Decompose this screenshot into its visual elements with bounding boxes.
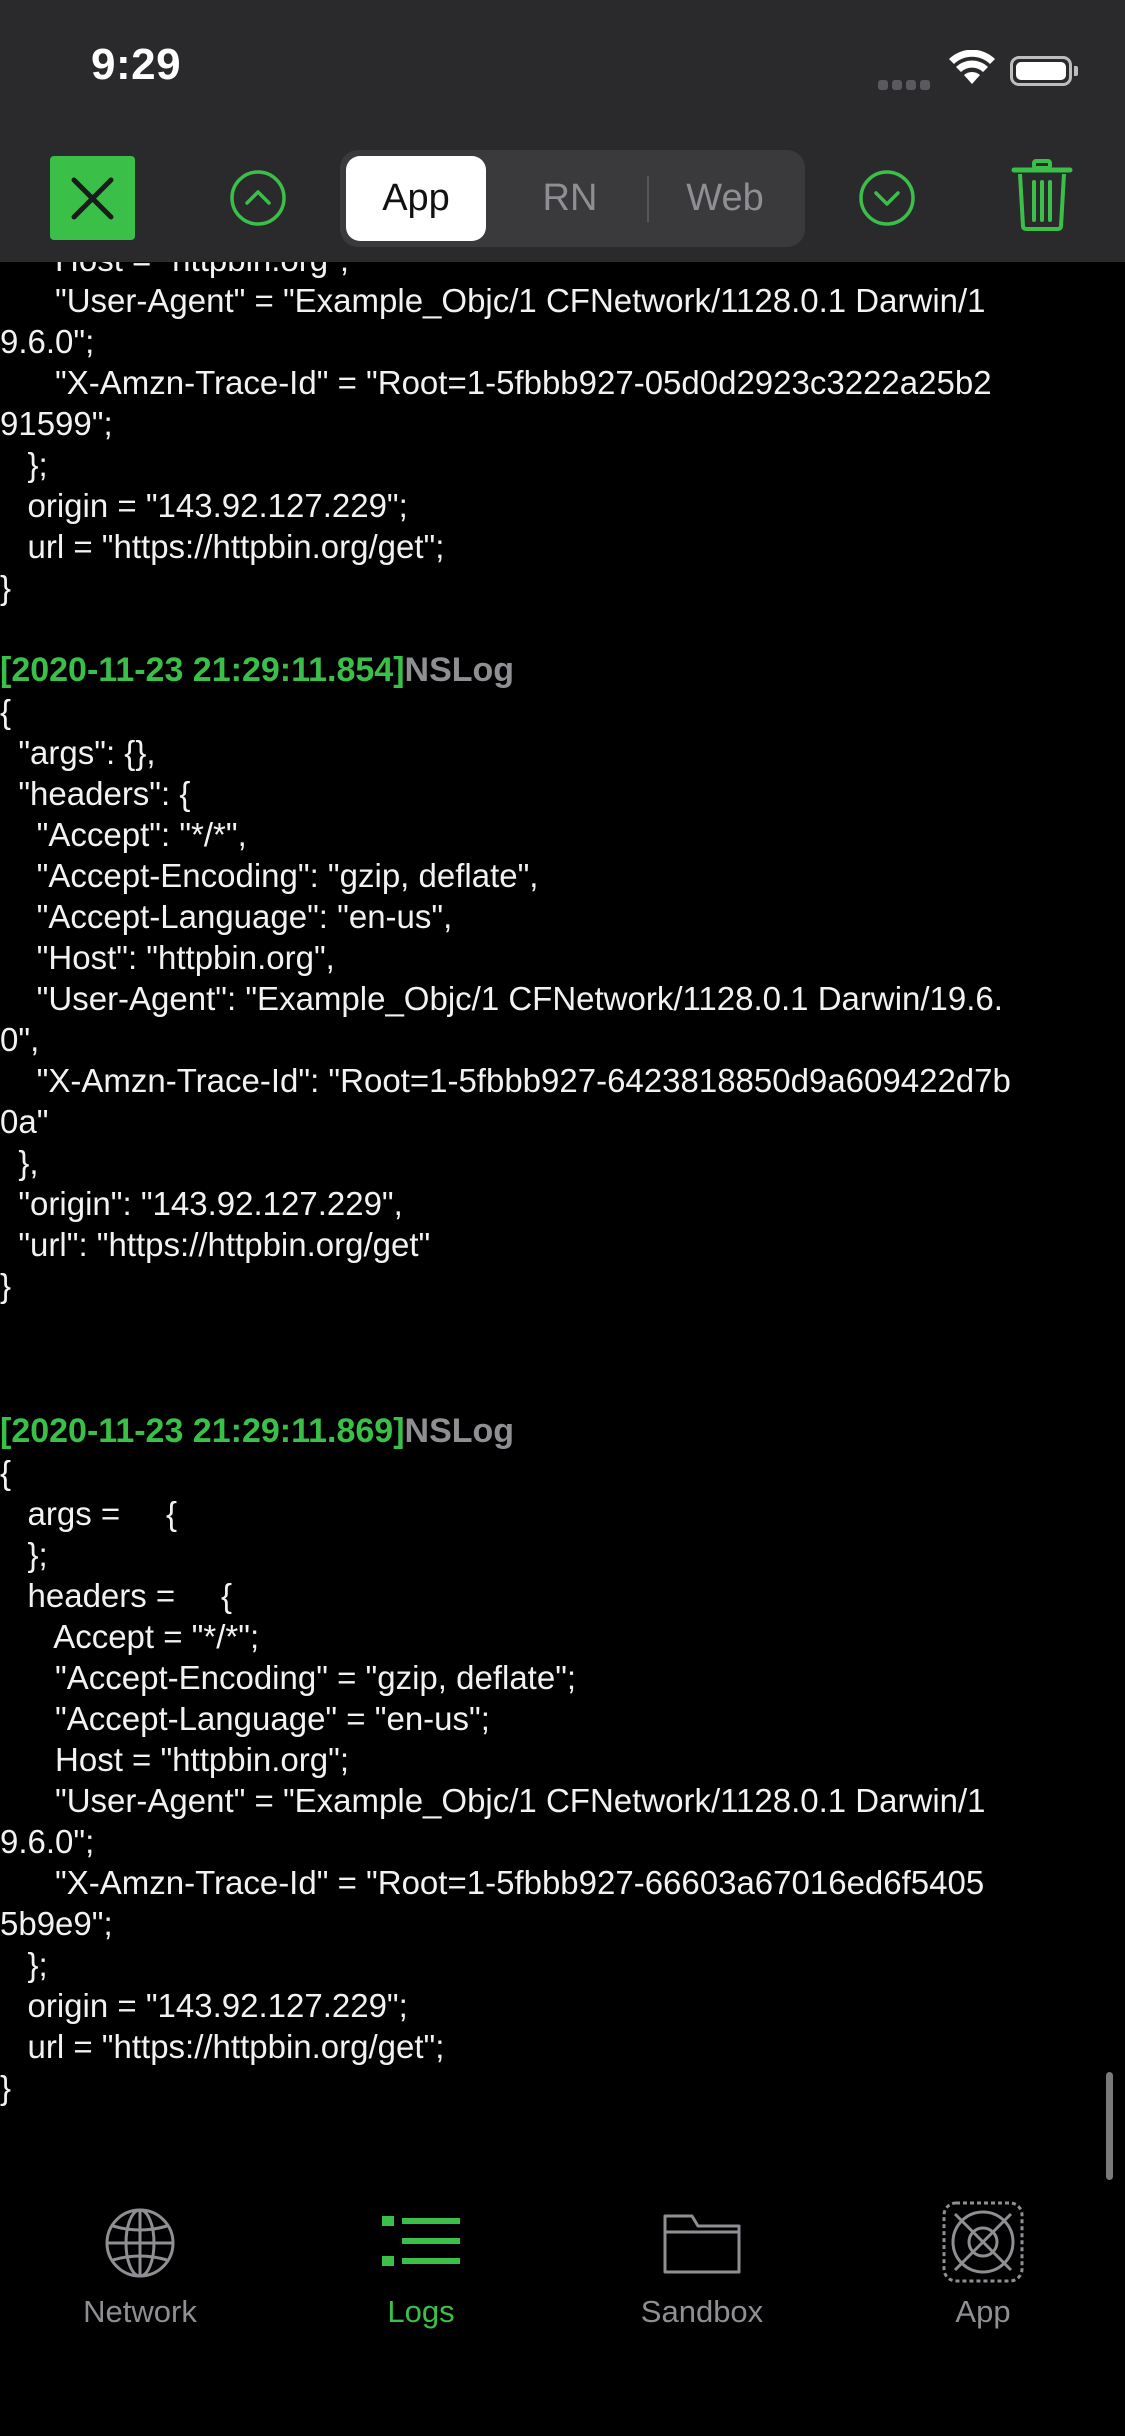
log-line: "X-Amzn-Trace-Id" = "Root=1-5fbbb927-666…: [0, 1864, 985, 1901]
tab-bar: Network Logs Sandbox App: [0, 2180, 1125, 2436]
log-line: }: [0, 569, 12, 606]
clear-logs-button[interactable]: [1010, 158, 1074, 232]
log-line: Accept = "*/*";: [0, 1618, 260, 1655]
log-line: };: [0, 1946, 48, 1983]
segment-app[interactable]: App: [346, 156, 486, 241]
segment-rn[interactable]: RN: [495, 156, 645, 241]
tab-label: Sandbox: [640, 2294, 764, 2329]
log-line: origin = "143.92.127.229";: [0, 487, 408, 524]
log-line: };: [0, 1536, 48, 1573]
log-line: "origin": "143.92.127.229",: [0, 1185, 403, 1222]
log-line: 0",: [0, 1021, 40, 1058]
log-line: 5b9e9";: [0, 1905, 113, 1942]
log-line: "headers": {: [0, 775, 191, 812]
log-line: args = {: [0, 1495, 178, 1532]
top-bar: 9:29 App RN Web: [0, 0, 1125, 262]
segment-divider: [647, 176, 649, 222]
log-line: }: [0, 1267, 12, 1304]
log-line: {: [0, 1454, 12, 1491]
tab-sandbox[interactable]: Sandbox: [602, 2206, 802, 2346]
log-line: 9.6.0";: [0, 323, 95, 360]
log-line: "Accept-Encoding": "gzip, deflate",: [0, 857, 539, 894]
log-line: "User-Agent" = "Example_Objc/1 CFNetwork…: [0, 1782, 986, 1819]
log-line: "Accept-Language" = "en-us";: [0, 1700, 490, 1737]
log-line: url = "https://httpbin.org/get";: [0, 2028, 445, 2065]
close-button[interactable]: [50, 156, 135, 240]
log-timestamp: [2020-11-23 21:29:11.854]: [0, 651, 405, 689]
close-icon: [71, 177, 114, 220]
log-entry-header: [2020-11-23 21:29:11.869]NSLog: [0, 1411, 1125, 1451]
log-line: "Accept-Encoding" = "gzip, deflate";: [0, 1659, 577, 1696]
log-line: "User-Agent" = "Example_Objc/1 CFNetwork…: [0, 282, 986, 319]
log-line: "User-Agent": "Example_Objc/1 CFNetwork/…: [0, 980, 1003, 1017]
log-view[interactable]: Host = "httpbin.org"; "User-Agent" = "Ex…: [0, 240, 1125, 2180]
log-line: origin = "143.92.127.229";: [0, 1987, 408, 2024]
folder-icon: [663, 2214, 741, 2274]
wifi-icon: [948, 49, 996, 86]
globe-icon: [105, 2208, 175, 2278]
log-line: 0a": [0, 1103, 49, 1140]
log-line: };: [0, 446, 48, 483]
cellular-signal-icon: [878, 66, 938, 90]
log-line: 91599";: [0, 405, 113, 442]
log-line: "X-Amzn-Trace-Id": "Root=1-5fbbb927-6423…: [0, 1062, 1011, 1099]
tab-label: Network: [83, 2294, 197, 2329]
log-tag: NSLog: [404, 651, 515, 689]
tab-logs[interactable]: Logs: [321, 2206, 521, 2346]
log-entry-header: [2020-11-23 21:29:11.854]NSLog: [0, 650, 1125, 690]
list-icon: [382, 2216, 460, 2266]
tab-network[interactable]: Network: [40, 2206, 240, 2346]
tab-label: Logs: [387, 2294, 455, 2329]
tab-app[interactable]: App: [883, 2201, 1083, 2346]
app-icon: [942, 2201, 1024, 2283]
log-scrollbar[interactable]: [1106, 2072, 1113, 2180]
log-tag: NSLog: [404, 1412, 515, 1450]
log-line: "args": {},: [0, 734, 156, 771]
log-line: headers = {: [0, 1577, 233, 1614]
log-line: url = "https://httpbin.org/get";: [0, 528, 445, 565]
scroll-down-button[interactable]: [858, 169, 916, 227]
log-line: "Accept": "*/*",: [0, 816, 247, 853]
log-line: Host = "httpbin.org";: [0, 1741, 350, 1778]
log-line: "Host": "httpbin.org",: [0, 939, 335, 976]
log-line: "X-Amzn-Trace-Id" = "Root=1-5fbbb927-05d…: [0, 364, 992, 401]
chevron-up-circle-icon: [230, 170, 286, 226]
source-segmented-control: App RN Web: [340, 150, 805, 247]
chevron-down-circle-icon: [859, 170, 915, 226]
segment-web[interactable]: Web: [650, 156, 800, 241]
battery-icon: [1010, 56, 1080, 86]
trash-icon: [1011, 159, 1073, 231]
log-line: "url": "https://httpbin.org/get": [0, 1226, 431, 1263]
scroll-up-button[interactable]: [229, 169, 287, 227]
log-line: }: [0, 2069, 12, 2106]
log-line: },: [0, 1144, 39, 1181]
status-time: 9:29: [91, 40, 182, 89]
log-line: "Accept-Language": "en-us",: [0, 898, 453, 935]
tab-label: App: [955, 2294, 1011, 2329]
log-timestamp: [2020-11-23 21:29:11.869]: [0, 1412, 405, 1450]
log-line: 9.6.0";: [0, 1823, 95, 1860]
log-line: {: [0, 693, 12, 730]
